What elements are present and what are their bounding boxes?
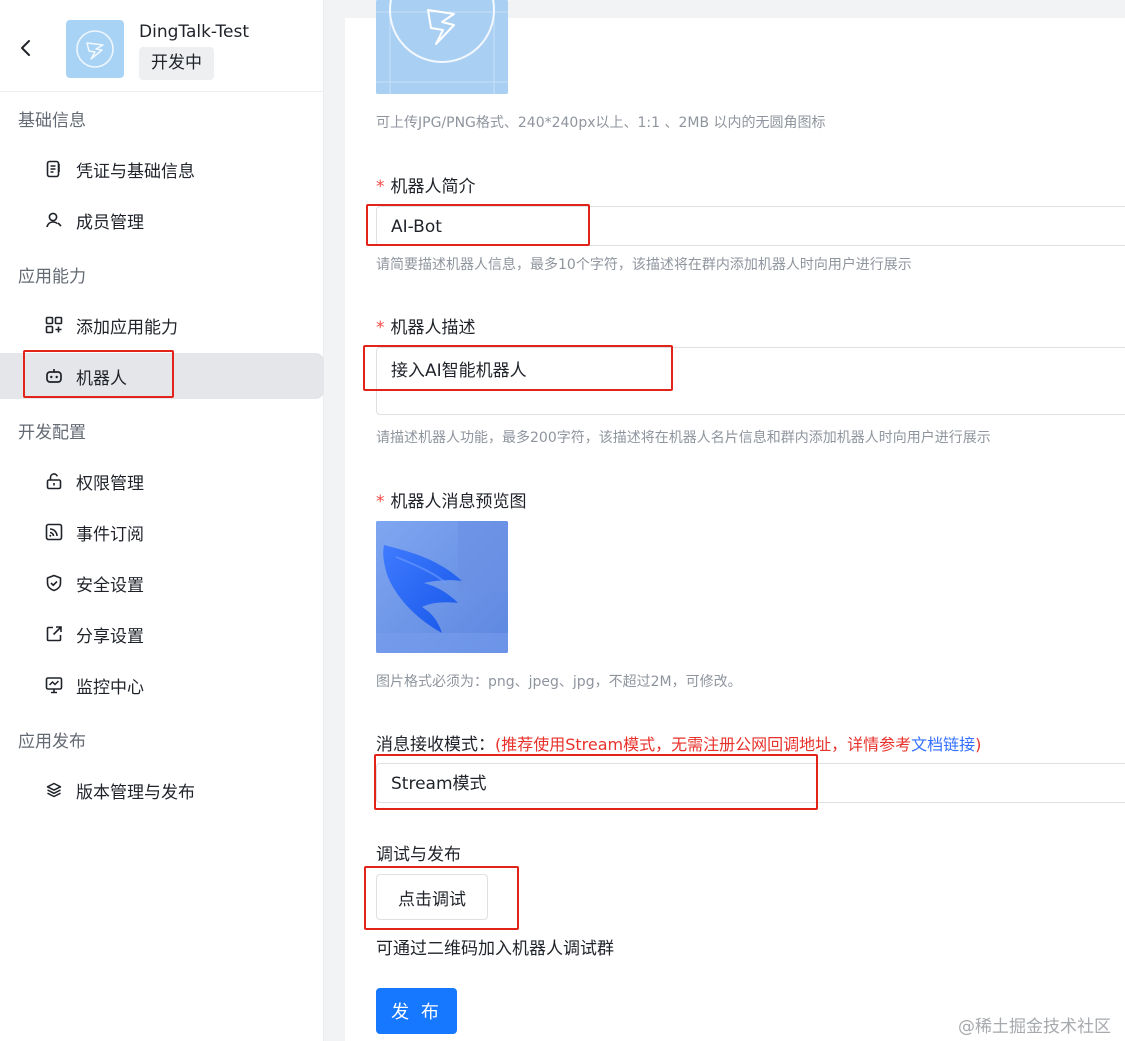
rss-icon bbox=[44, 522, 64, 542]
mode-label-text: 消息接收模式： bbox=[376, 735, 495, 755]
sidebar-item-events[interactable]: 事件订阅 bbox=[0, 509, 324, 555]
sidebar-item-add-capability[interactable]: 添加应用能力 bbox=[0, 302, 324, 348]
doc-link[interactable]: 文档链接 bbox=[911, 735, 975, 754]
sidebar-item-permissions[interactable]: 权限管理 bbox=[0, 458, 324, 504]
layers-icon bbox=[44, 780, 64, 800]
sidebar-item-credentials[interactable]: 凭证与基础信息 bbox=[0, 146, 324, 192]
description-label: * 机器人描述 bbox=[376, 313, 476, 338]
sidebar-item-members[interactable]: 成员管理 bbox=[0, 197, 324, 243]
app-logo bbox=[66, 20, 124, 78]
sidebar-item-label: 添加应用能力 bbox=[76, 317, 178, 338]
sidebar-item-label: 监控中心 bbox=[76, 677, 144, 698]
sidebar-item-label: 事件订阅 bbox=[76, 524, 144, 545]
icon-upload-hint: 可上传JPG/PNG格式、240*240px以上、1:1 、2MB 以内的无圆角… bbox=[376, 115, 826, 131]
app-header: DingTalk-Test 开发中 bbox=[0, 0, 324, 92]
watermark: @稀土掘金技术社区 bbox=[958, 1017, 1111, 1037]
group-title-basic: 基础信息 bbox=[18, 111, 86, 131]
preview-label-text: 机器人消息预览图 bbox=[390, 492, 527, 512]
message-mode-select[interactable]: Stream模式 bbox=[376, 763, 1125, 803]
share-icon bbox=[44, 624, 64, 644]
sidebar-item-security[interactable]: 安全设置 bbox=[0, 560, 324, 606]
mode-selected-value: Stream模式 bbox=[391, 774, 487, 794]
required-mark: * bbox=[376, 177, 385, 197]
group-title-publish: 应用发布 bbox=[18, 732, 86, 752]
robot-icon-upload[interactable] bbox=[376, 0, 508, 94]
description-hint: 请描述机器人功能，最多200字符，该描述将在机器人名片信息和群内添加机器人时向用… bbox=[376, 430, 991, 446]
sidebar-item-label: 成员管理 bbox=[76, 212, 144, 233]
group-title-dev-config: 开发配置 bbox=[18, 423, 86, 443]
group-title-capability: 应用能力 bbox=[18, 267, 86, 287]
back-button[interactable] bbox=[16, 36, 36, 60]
required-mark: * bbox=[376, 492, 385, 512]
preview-wing-image bbox=[376, 521, 508, 653]
sidebar-item-monitor[interactable]: 监控中心 bbox=[0, 662, 324, 708]
add-capability-icon bbox=[44, 315, 64, 335]
app-status-badge: 开发中 bbox=[139, 47, 214, 80]
description-label-text: 机器人描述 bbox=[390, 318, 476, 338]
intro-input-value: AI-Bot bbox=[391, 217, 442, 237]
sidebar-item-label: 安全设置 bbox=[76, 575, 144, 596]
sidebar-item-label: 机器人 bbox=[76, 368, 127, 389]
credential-icon bbox=[44, 159, 64, 179]
sidebar-item-robot[interactable]: 机器人 bbox=[0, 353, 324, 399]
preview-hint: 图片格式必须为：png、jpeg、jpg，不超过2M，可修改。 bbox=[376, 674, 742, 690]
sidebar-item-label: 权限管理 bbox=[76, 473, 144, 494]
publish-button[interactable]: 发 布 bbox=[376, 988, 457, 1034]
intro-hint: 请简要描述机器人信息，最多10个字符，该描述将在群内添加机器人时向用户进行展示 bbox=[376, 257, 912, 273]
chevron-left-icon bbox=[21, 40, 30, 56]
debug-section-label: 调试与发布 bbox=[376, 845, 461, 865]
sidebar-item-versions[interactable]: 版本管理与发布 bbox=[0, 767, 324, 813]
message-preview-image[interactable] bbox=[376, 521, 508, 653]
sidebar-item-label: 版本管理与发布 bbox=[76, 782, 195, 803]
monitor-icon bbox=[44, 675, 64, 695]
debug-description: 可通过二维码加入机器人调试群 bbox=[376, 939, 614, 959]
mode-recommend-tip: (推荐使用Stream模式，无需注册公网回调地址，详情参考 bbox=[495, 735, 912, 754]
member-icon bbox=[44, 210, 64, 230]
uploaded-icon-image bbox=[376, 0, 508, 94]
intro-input[interactable]: AI-Bot bbox=[376, 206, 1125, 246]
required-mark: * bbox=[376, 318, 385, 338]
debug-button[interactable]: 点击调试 bbox=[376, 874, 488, 920]
preview-label: * 机器人消息预览图 bbox=[376, 487, 527, 512]
sidebar-item-label: 分享设置 bbox=[76, 626, 144, 647]
robot-icon bbox=[44, 366, 64, 386]
intro-label-text: 机器人简介 bbox=[390, 177, 476, 197]
mode-tip-end: ) bbox=[975, 735, 982, 754]
intro-label: * 机器人简介 bbox=[376, 172, 476, 197]
sidebar-item-label: 凭证与基础信息 bbox=[76, 161, 195, 182]
app-name: DingTalk-Test bbox=[139, 22, 249, 42]
sidebar: DingTalk-Test 开发中 基础信息 凭证与基础信息 成员管理 应用能力… bbox=[0, 0, 324, 1041]
shield-icon bbox=[44, 573, 64, 593]
message-mode-label: 消息接收模式：(推荐使用Stream模式，无需注册公网回调地址，详情参考文档链接… bbox=[376, 730, 981, 755]
dingtalk-logo-icon bbox=[76, 30, 114, 68]
lock-icon bbox=[44, 471, 64, 491]
description-textarea[interactable]: 接入AI智能机器人 bbox=[376, 347, 1125, 415]
sidebar-item-share[interactable]: 分享设置 bbox=[0, 611, 324, 657]
description-value: 接入AI智能机器人 bbox=[391, 361, 527, 381]
